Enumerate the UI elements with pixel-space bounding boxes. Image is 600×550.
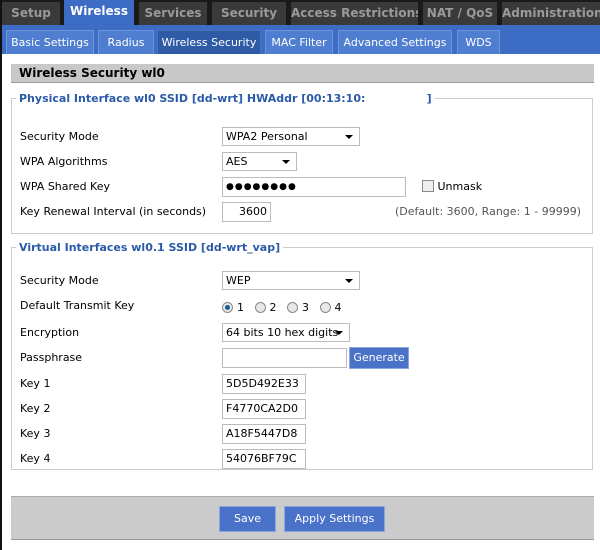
chevron-down-icon [282,160,290,164]
unmask-checkbox[interactable]: Unmask [422,177,482,197]
tab-administration[interactable]: Administration [502,2,600,27]
tab-access-restrictions[interactable]: Access Restrictions [291,2,418,27]
chevron-down-icon [345,135,353,139]
wpa-algorithms-label: WPA Algorithms [20,155,108,168]
physical-interface-legend: Physical Interface wl0 SSID [dd-wrt] HWA… [19,92,432,105]
radio-label: 2 [269,301,277,314]
window-border [0,0,2,550]
encryption-select[interactable]: 64 bits 10 hex digits [222,323,350,342]
passphrase-input[interactable] [222,348,347,368]
transmit-key-radio-2[interactable]: 2 [254,301,277,314]
tab-setup[interactable]: Setup [2,2,60,27]
chevron-down-icon [345,279,353,283]
tab-wireless[interactable]: Wireless [64,0,134,27]
subtab-wireless-security[interactable]: Wireless Security [157,30,261,54]
radio-label: 4 [334,301,342,314]
wpa-algorithms-value: AES [226,155,248,168]
virtual-interface-fieldset: Virtual Interfaces wl0.1 SSID [dd-wrt_va… [11,241,593,470]
key-3-label: Key 3 [20,427,51,440]
vap-security-mode-select[interactable]: WEP [222,271,360,290]
security-mode-value: WPA2 Personal [226,130,308,143]
checkbox-icon [422,180,434,192]
subtab-basic-settings[interactable]: Basic Settings [6,30,94,54]
key-renewal-input[interactable]: 3600 [222,202,271,222]
tab-services[interactable]: Services [139,2,207,27]
key-1-input[interactable]: 5D5D492E33 [222,374,306,394]
button-bar: Save Apply Settings [11,496,594,540]
key-2-label: Key 2 [20,402,51,415]
main-nav: Setup Wireless Services Security Access … [0,0,600,27]
key-renewal-hint: (Default: 3600, Range: 1 - 99999) [395,205,581,218]
sub-nav: Basic Settings Radius Wireless Security … [2,25,600,54]
virtual-interface-legend: Virtual Interfaces wl0.1 SSID [dd-wrt_va… [19,241,281,254]
radio-icon [254,302,266,313]
chevron-down-icon [335,331,343,335]
security-mode-select[interactable]: WPA2 Personal [222,127,360,146]
physical-interface-fieldset: Physical Interface wl0 SSID [dd-wrt] HWA… [11,92,593,234]
key-3-input[interactable]: A18F5447D8 [222,424,306,444]
radio-label: 1 [237,301,244,314]
tab-nat-qos[interactable]: NAT / QoS [423,2,497,27]
subtab-wds[interactable]: WDS [457,30,500,54]
key-4-label: Key 4 [20,452,51,465]
default-transmit-key-label: Default Transmit Key [20,299,135,312]
wpa-shared-key-input[interactable]: ●●●●●●●● [222,177,406,197]
security-mode-label: Security Mode [20,130,99,143]
key-renewal-label: Key Renewal Interval (in seconds) [20,205,207,218]
wpa-shared-key-label: WPA Shared Key [20,180,110,193]
subtab-advanced-settings[interactable]: Advanced Settings [338,30,452,54]
section-title: Wireless Security wl0 [11,64,594,83]
tab-security[interactable]: Security [212,2,286,27]
passphrase-label: Passphrase [20,351,83,364]
vap-security-mode-label: Security Mode [20,274,99,287]
subtab-mac-filter[interactable]: MAC Filter [265,30,333,54]
unmask-label: Unmask [437,180,483,193]
transmit-key-radio-1[interactable]: 1 [222,301,244,314]
key-4-input[interactable]: 54076BF79C [222,449,306,469]
transmit-key-radio-group: 1 2 3 4 [222,298,342,318]
radio-icon [319,302,331,313]
radio-label: 3 [302,301,309,314]
encryption-label: Encryption [20,326,80,339]
key-1-label: Key 1 [20,377,51,390]
generate-button[interactable]: Generate [349,347,409,369]
key-2-input[interactable]: F4770CA2D0 [222,399,306,419]
wpa-algorithms-select[interactable]: AES [222,152,297,171]
save-button[interactable]: Save [219,506,276,532]
radio-icon [222,302,233,313]
vap-security-mode-value: WEP [226,274,251,287]
encryption-value: 64 bits 10 hex digits [226,326,339,339]
apply-settings-button[interactable]: Apply Settings [284,506,385,532]
radio-icon [287,302,298,313]
subtab-radius[interactable]: Radius [98,30,154,54]
transmit-key-radio-3[interactable]: 3 [287,301,309,314]
transmit-key-radio-4[interactable]: 4 [319,301,342,314]
